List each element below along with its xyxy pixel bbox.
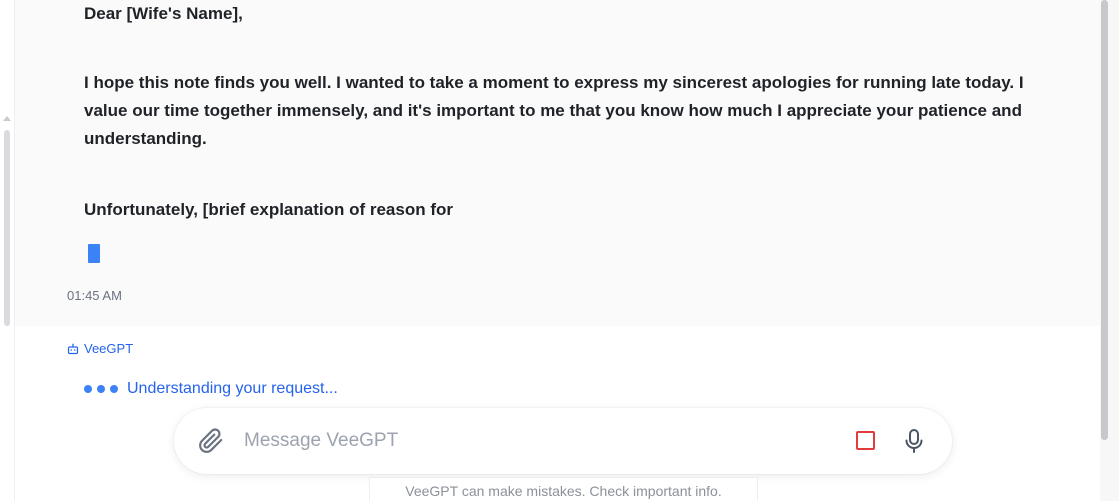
typing-dot	[110, 385, 118, 393]
message-timestamp: 01:45 AM	[67, 288, 122, 303]
scroll-up-arrow-icon[interactable]	[3, 116, 11, 121]
robot-icon	[67, 343, 79, 355]
stop-square-icon[interactable]	[856, 431, 876, 451]
bot-name: VeeGPT	[84, 341, 134, 356]
left-scrollbar-thumb[interactable]	[4, 130, 10, 326]
message-input[interactable]	[244, 424, 824, 458]
paperclip-icon[interactable]	[198, 428, 224, 454]
typing-dot	[84, 385, 92, 393]
typing-status-text: Understanding your request...	[127, 380, 338, 397]
message-greeting: Dear [Wife's Name],	[84, 4, 243, 23]
typing-indicator: Understanding your request...	[84, 380, 338, 398]
message-composer	[174, 408, 952, 474]
disclaimer-text: VeeGPT can make mistakes. Check importan…	[369, 477, 758, 501]
microphone-icon[interactable]	[902, 427, 926, 455]
message-paragraph: I hope this note finds you well. I wante…	[84, 73, 1024, 148]
page-scrollbar-thumb[interactable]	[1101, 0, 1108, 440]
assistant-message-panel	[15, 0, 1100, 326]
typing-dot	[97, 385, 105, 393]
message-paragraph: Unfortunately, [brief explanation of rea…	[84, 200, 453, 219]
bot-label: VeeGPT	[67, 341, 133, 356]
streaming-cursor	[88, 244, 100, 263]
